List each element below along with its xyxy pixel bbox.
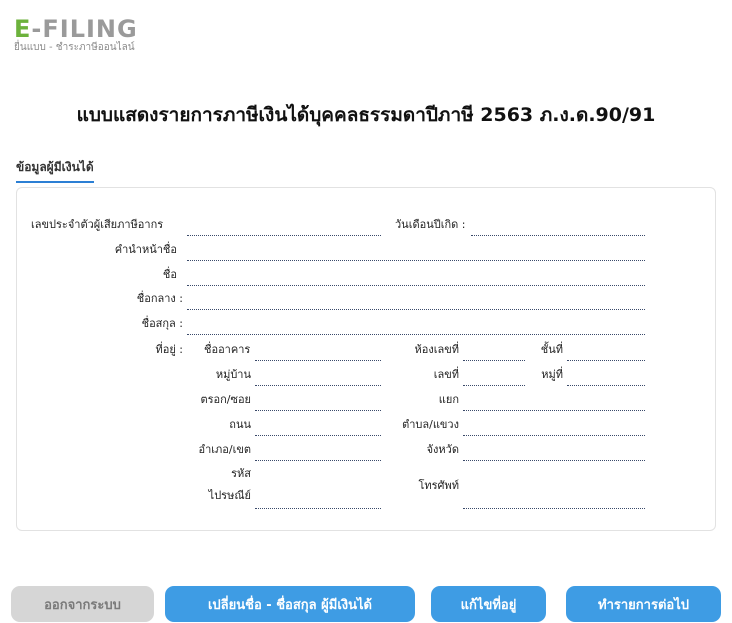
logo-text: -FILING	[31, 15, 138, 43]
soi-field	[255, 392, 381, 411]
last-name-label: ชื่อสกุล :	[141, 317, 183, 330]
birthdate-label: วันเดือนปีเกิด :	[395, 218, 466, 231]
district-label: อำเภอ/เขต	[198, 443, 251, 456]
road-label: ถนน	[229, 418, 251, 431]
middle-name-field	[187, 291, 645, 310]
room-label: ห้องเลขที่	[414, 343, 460, 356]
edit-address-button[interactable]: แก้ไขที่อยู่	[431, 586, 546, 622]
floor-field	[567, 342, 645, 361]
page-title: แบบแสดงรายการภาษีเงินได้บุคคลธรรมดาปีภาษ…	[76, 104, 656, 126]
postcode-label-line2: ไปรษณีย์	[208, 489, 251, 502]
phone-label: โทรศัพท์	[418, 479, 459, 492]
building-label: ชื่ออาคาร	[204, 343, 251, 356]
road-field	[255, 417, 381, 436]
district-field	[255, 442, 381, 461]
change-name-button[interactable]: เปลี่ยนชื่อ - ชื่อสกุล ผู้มีเงินได้	[165, 586, 415, 622]
first-name-field	[187, 267, 645, 286]
house-no-label: เลขที่	[433, 368, 459, 381]
province-label: จังหวัด	[426, 443, 459, 456]
title-field	[187, 242, 645, 261]
province-field	[463, 442, 645, 461]
tax-id-field	[187, 217, 381, 236]
phone-field	[463, 490, 645, 509]
house-no-field	[463, 367, 525, 386]
junction-field	[463, 392, 645, 411]
postcode-field	[255, 490, 381, 509]
middle-name-label: ชื่อกลาง :	[136, 292, 183, 305]
birthdate-field	[471, 217, 645, 236]
logout-button[interactable]: ออกจากระบบ	[11, 586, 154, 622]
logo-subtitle: ยื่นแบบ - ชำระภาษีออนไลน์	[14, 42, 135, 53]
efiling-logo: E-FILING ยื่นแบบ - ชำระภาษีออนไลน์	[14, 16, 138, 54]
last-name-field	[187, 316, 645, 335]
first-name-label: ชื่อ	[162, 268, 177, 281]
postcode-label-line1: รหัส	[231, 467, 251, 480]
building-field	[255, 342, 381, 361]
floor-label: ชั้นที่	[540, 343, 563, 356]
village-field	[255, 367, 381, 386]
subdistrict-label: ตำบล/แขวง	[402, 418, 459, 431]
soi-label: ตรอก/ซอย	[200, 393, 251, 406]
title-label: คำนำหน้าชื่อ	[114, 243, 177, 256]
address-label: ที่อยู่ :	[155, 343, 183, 356]
room-field	[463, 342, 525, 361]
next-button[interactable]: ทำรายการต่อไป	[566, 586, 721, 622]
village-label: หมู่บ้าน	[215, 368, 251, 381]
section-heading: ข้อมูลผู้มีเงินได้	[16, 158, 94, 183]
logo-letter-e: E	[14, 15, 32, 43]
moo-label: หมู่ที่	[541, 368, 563, 381]
junction-label: แยก	[438, 393, 459, 406]
taxpayer-info-card: เลขประจำตัวผู้เสียภาษีอากร วันเดือนปีเกิ…	[16, 187, 716, 531]
tax-id-label: เลขประจำตัวผู้เสียภาษีอากร	[31, 218, 164, 231]
subdistrict-field	[463, 417, 645, 436]
moo-field	[567, 367, 645, 386]
